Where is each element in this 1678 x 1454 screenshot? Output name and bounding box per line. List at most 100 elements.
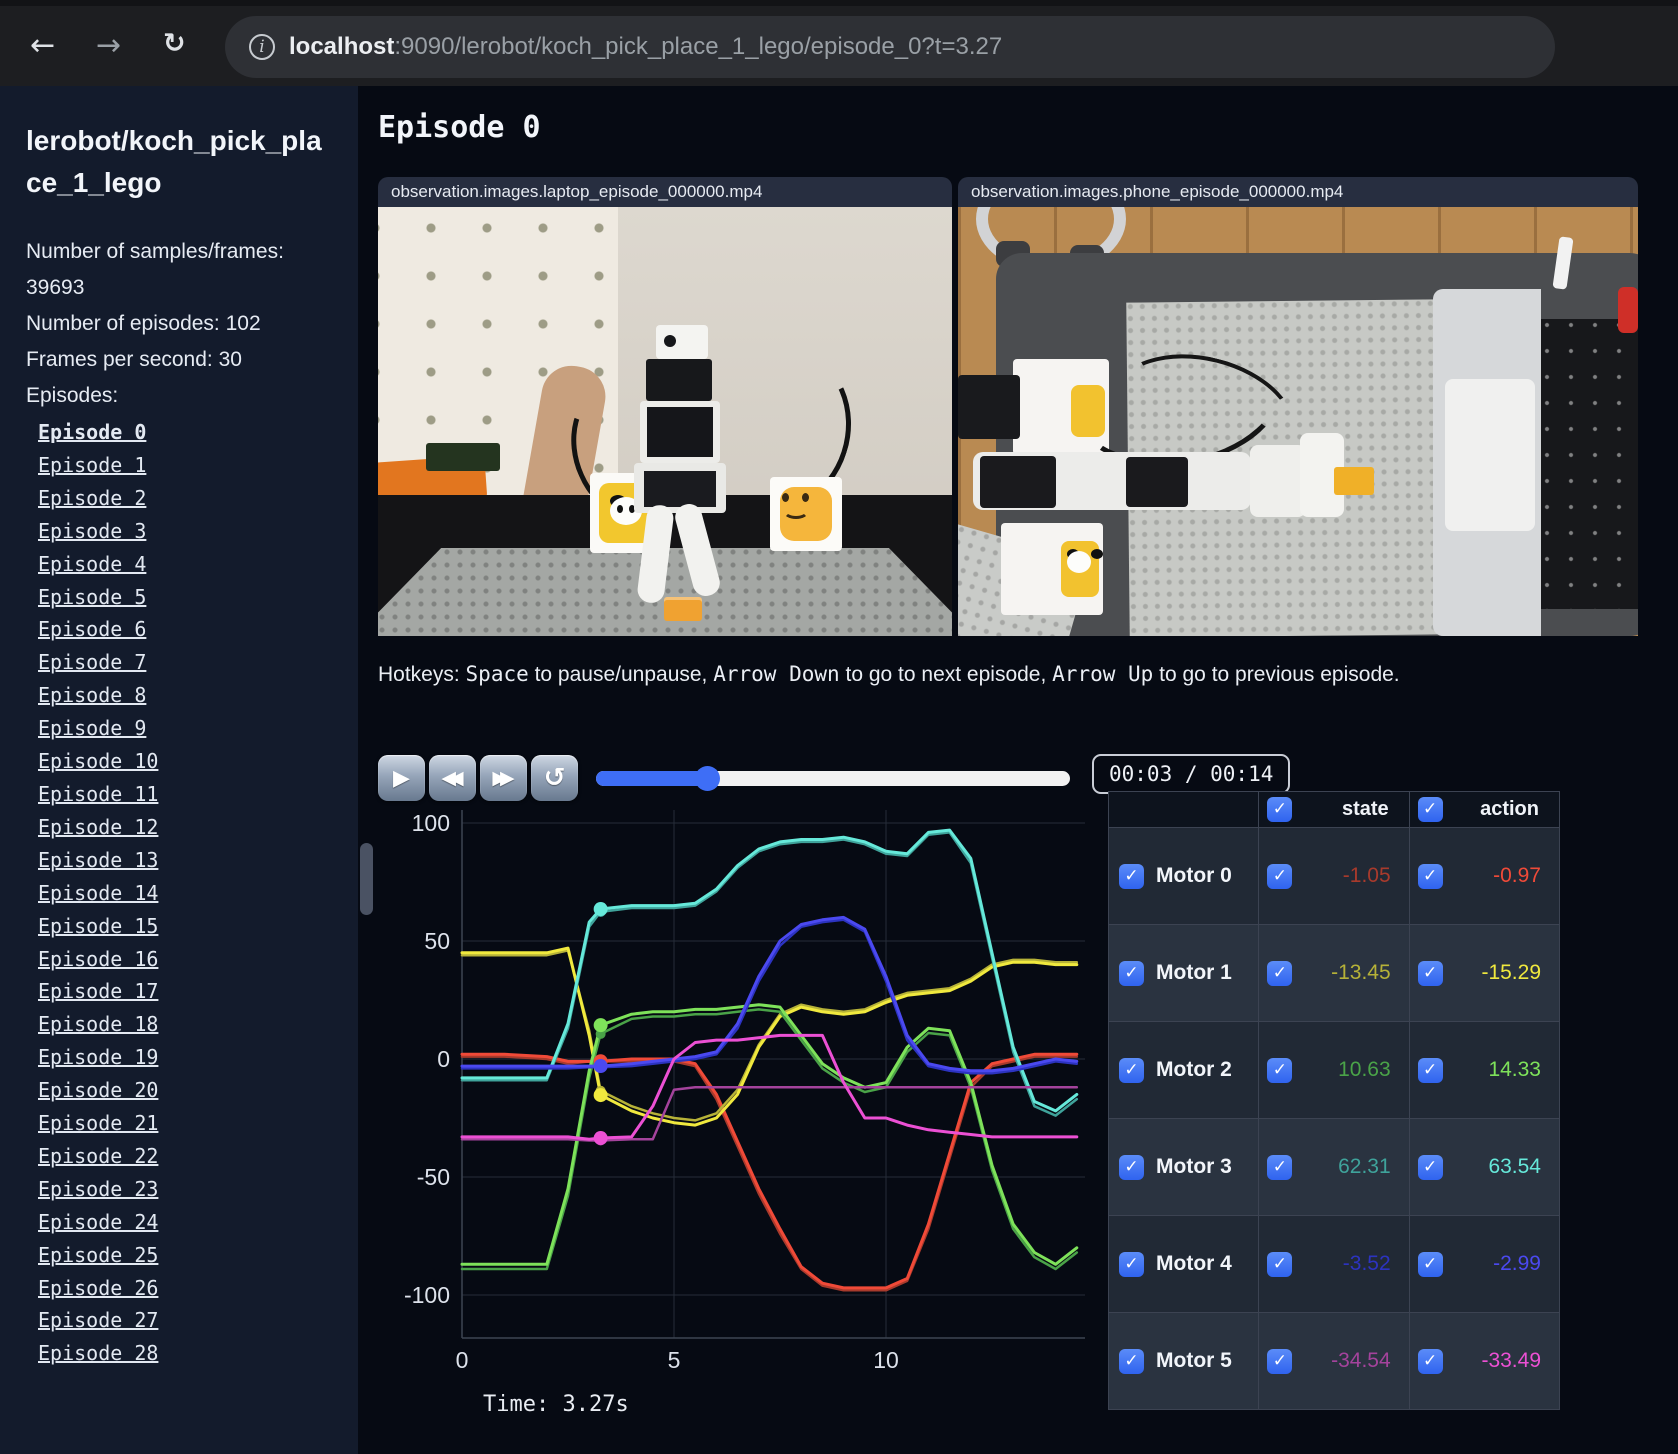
page-info-icon[interactable]: i <box>249 34 275 60</box>
keyboard <box>1541 319 1638 609</box>
episode-link-14[interactable]: Episode 14 <box>38 877 332 910</box>
episode-link-11[interactable]: Episode 11 <box>38 778 332 811</box>
seek-slider[interactable] <box>596 766 1070 791</box>
sidebar-scrollbar-thumb[interactable] <box>360 843 373 915</box>
episode-link-0[interactable]: Episode 0 <box>38 416 332 449</box>
robot-motor <box>1126 457 1188 507</box>
motor-4-checkbox[interactable]: ✓ <box>1119 1251 1144 1277</box>
motor-2-state-checkbox[interactable]: ✓ <box>1267 1057 1293 1083</box>
robot-wrist <box>1250 445 1306 517</box>
red-object <box>1618 287 1638 333</box>
episode-link-18[interactable]: Episode 18 <box>38 1008 332 1041</box>
motor-row-1: ✓ Motor 1 ✓ -13.45 ✓ -15.29 <box>1107 924 1561 1022</box>
video-laptop-caption: observation.images.laptop_episode_000000… <box>378 177 952 207</box>
episode-link-24[interactable]: Episode 24 <box>38 1206 332 1239</box>
motor-row-4: ✓ Motor 4 ✓ -3.52 ✓ -2.99 <box>1107 1215 1561 1313</box>
episode-link-19[interactable]: Episode 19 <box>38 1041 332 1074</box>
motor-telemetry-chart: 100 50 0 -50 -100 0 5 10 <box>404 810 1085 1370</box>
motor-3-state-checkbox[interactable]: ✓ <box>1267 1154 1293 1180</box>
episode-link-17[interactable]: Episode 17 <box>38 975 332 1008</box>
motor-5-label: Motor 5 <box>1156 1348 1232 1372</box>
motor-5-action-checkbox[interactable]: ✓ <box>1417 1348 1443 1374</box>
motor-3-checkbox[interactable]: ✓ <box>1119 1154 1144 1180</box>
episode-link-9[interactable]: Episode 9 <box>38 712 332 745</box>
robot-head-motor <box>646 359 712 401</box>
robot-camera <box>656 325 708 359</box>
back-icon[interactable]: ← <box>30 28 55 63</box>
motor-1-action-checkbox[interactable]: ✓ <box>1417 960 1443 986</box>
motor-row-2: ✓ Motor 2 ✓ 10.63 ✓ 14.33 <box>1107 1021 1561 1119</box>
toggle-all-state[interactable]: ✓ <box>1267 797 1293 822</box>
episode-link-8[interactable]: Episode 8 <box>38 679 332 712</box>
toggle-all-action[interactable]: ✓ <box>1417 797 1443 822</box>
hotkey-space: Space <box>465 662 529 686</box>
episode-link-1[interactable]: Episode 1 <box>38 449 332 482</box>
motor-table: ✓ state ✓ action ✓ Motor 0 ✓ -1.05 ✓ -0.97 ✓ Motor … <box>1107 791 1561 1410</box>
episodes-label: Episodes: <box>26 384 119 407</box>
svg-text:-50: -50 <box>417 1164 450 1190</box>
motor-4-label: Motor 4 <box>1156 1251 1232 1275</box>
episode-link-2[interactable]: Episode 2 <box>38 482 332 515</box>
motor-2-state-value: 10.63 <box>1338 1058 1391 1081</box>
episode-link-22[interactable]: Episode 22 <box>38 1140 332 1173</box>
episode-link-16[interactable]: Episode 16 <box>38 943 332 976</box>
stat-episodes: Number of episodes: 102 <box>26 312 261 335</box>
motor-5-checkbox[interactable]: ✓ <box>1119 1348 1144 1374</box>
episode-link-12[interactable]: Episode 12 <box>38 811 332 844</box>
episode-link-3[interactable]: Episode 3 <box>38 515 332 548</box>
episode-link-20[interactable]: Episode 20 <box>38 1074 332 1107</box>
motor-0-state-value: -1.05 <box>1342 864 1391 887</box>
dataset-title: lerobot/koch_pick_place_1_lego <box>26 125 322 198</box>
episode-link-4[interactable]: Episode 4 <box>38 548 332 581</box>
svg-text:50: 50 <box>424 928 450 954</box>
motor-0-checkbox[interactable]: ✓ <box>1119 863 1144 889</box>
forward-icon[interactable]: → <box>96 28 121 63</box>
episode-link-6[interactable]: Episode 6 <box>38 613 332 646</box>
motor-5-state-value: -34.54 <box>1331 1349 1391 1372</box>
motor-2-action-checkbox[interactable]: ✓ <box>1417 1057 1443 1083</box>
motor-1-label: Motor 1 <box>1156 960 1232 984</box>
series-Motor-4-state <box>460 918 1079 1075</box>
video-laptop-camera[interactable]: observation.images.laptop_episode_000000… <box>378 177 952 636</box>
episode-link-5[interactable]: Episode 5 <box>38 581 332 614</box>
robot-motor <box>980 456 1056 508</box>
svg-text:0: 0 <box>437 1046 450 1072</box>
yellow-lego-brick <box>1334 467 1374 495</box>
motor-2-checkbox[interactable]: ✓ <box>1119 1057 1144 1083</box>
motor-4-action-checkbox[interactable]: ✓ <box>1417 1251 1443 1277</box>
column-header-state: state <box>1341 798 1389 820</box>
orange-lego-brick <box>664 597 702 621</box>
episode-link-25[interactable]: Episode 25 <box>38 1239 332 1272</box>
motor-1-checkbox[interactable]: ✓ <box>1119 960 1144 986</box>
episode-link-23[interactable]: Episode 23 <box>38 1173 332 1206</box>
motor-4-state-checkbox[interactable]: ✓ <box>1267 1251 1293 1277</box>
motor-1-state-checkbox[interactable]: ✓ <box>1267 960 1293 986</box>
seek-slider-thumb[interactable] <box>695 766 721 791</box>
laptop-trackpad <box>1445 379 1535 531</box>
series-Motor-0-state <box>460 1055 1079 1292</box>
motor-0-state-checkbox[interactable]: ✓ <box>1267 863 1293 889</box>
url-host: localhost <box>289 33 395 60</box>
episode-link-10[interactable]: Episode 10 <box>38 745 332 778</box>
hotkeys-help: Hotkeys: Space to pause/unpause, Arrow D… <box>378 662 1400 686</box>
episode-link-13[interactable]: Episode 13 <box>38 844 332 877</box>
time-display: 00:03 / 00:14 <box>1092 754 1291 794</box>
marker-Motor-1-action <box>593 1088 608 1103</box>
episode-link-21[interactable]: Episode 21 <box>38 1107 332 1140</box>
svg-text:5: 5 <box>668 1347 681 1370</box>
hotkey-arrow-up: Arrow Up <box>1052 662 1154 686</box>
episode-link-26[interactable]: Episode 26 <box>38 1272 332 1305</box>
episode-link-28[interactable]: Episode 28 <box>38 1337 332 1370</box>
motor-0-action-checkbox[interactable]: ✓ <box>1417 863 1443 889</box>
reload-icon[interactable]: ↻ <box>163 28 186 59</box>
marker-Motor-3-action <box>593 902 608 917</box>
video-phone-camera[interactable]: observation.images.phone_episode_000000.… <box>958 177 1638 636</box>
marker-Motor-4-action <box>593 1059 608 1074</box>
episode-link-15[interactable]: Episode 15 <box>38 910 332 943</box>
episode-link-7[interactable]: Episode 7 <box>38 646 332 679</box>
motor-3-action-checkbox[interactable]: ✓ <box>1417 1154 1443 1180</box>
panda-emoji-box <box>1001 523 1103 615</box>
motor-5-state-checkbox[interactable]: ✓ <box>1267 1348 1293 1374</box>
episode-link-27[interactable]: Episode 27 <box>38 1304 332 1337</box>
address-bar[interactable]: i localhost:9090/lerobot/koch_pick_place… <box>225 16 1555 78</box>
